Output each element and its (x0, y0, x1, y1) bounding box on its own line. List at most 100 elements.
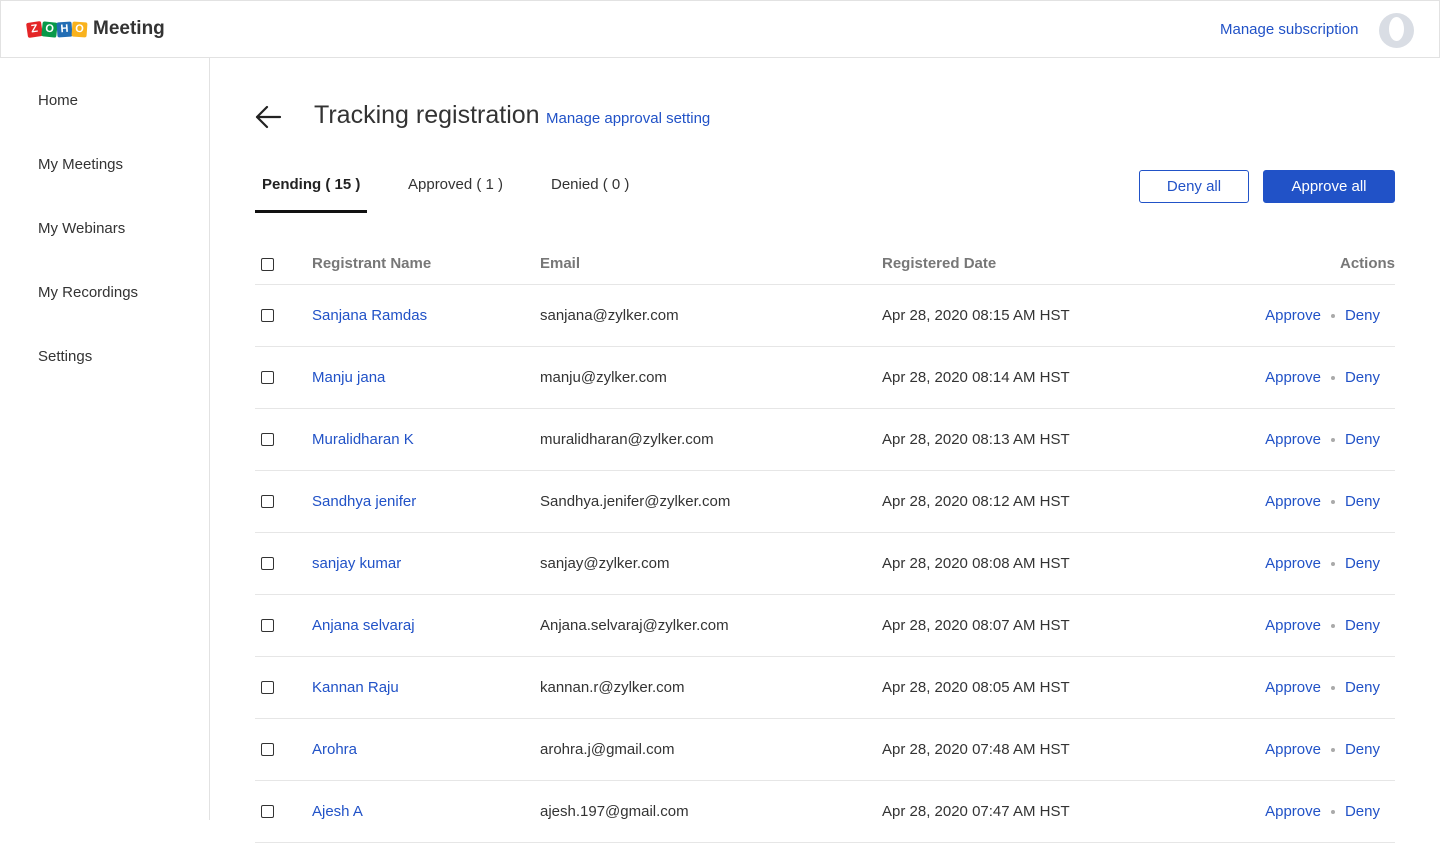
registered-date: Apr 28, 2020 08:08 AM HST (882, 555, 1070, 572)
approve-all-button[interactable]: Approve all (1263, 170, 1395, 203)
logo-letter: O (41, 20, 58, 38)
registered-date: Apr 28, 2020 08:12 AM HST (882, 493, 1070, 510)
approve-link[interactable]: Approve (1265, 307, 1321, 324)
registrant-email: muralidharan@zylker.com (540, 431, 714, 448)
row-checkbox[interactable] (261, 557, 274, 570)
table-header: Registrant Name Email Registered Date Ac… (255, 242, 1395, 285)
registered-date: Apr 28, 2020 08:14 AM HST (882, 369, 1070, 386)
table-row: Ajesh A ajesh.197@gmail.com Apr 28, 2020… (255, 781, 1395, 843)
approve-link[interactable]: Approve (1265, 679, 1321, 696)
registrant-name-link[interactable]: Sandhya jenifer (312, 493, 416, 510)
row-actions: Approve Deny (1265, 803, 1380, 820)
deny-all-button[interactable]: Deny all (1139, 170, 1249, 203)
separator-dot-icon (1330, 624, 1335, 629)
row-checkbox[interactable] (261, 681, 274, 694)
select-all-checkbox[interactable] (261, 258, 274, 271)
approve-link[interactable]: Approve (1265, 803, 1321, 820)
tab-pending[interactable]: Pending ( 15 ) (262, 176, 360, 193)
table-row: Muralidharan K muralidharan@zylker.com A… (255, 409, 1395, 471)
tab-denied[interactable]: Denied ( 0 ) (551, 176, 629, 193)
deny-link[interactable]: Deny (1345, 431, 1380, 448)
registered-date: Apr 28, 2020 08:15 AM HST (882, 307, 1070, 324)
deny-link[interactable]: Deny (1345, 679, 1380, 696)
table-row: Sanjana Ramdas sanjana@zylker.com Apr 28… (255, 285, 1395, 347)
registrant-email: sanjana@zylker.com (540, 307, 679, 324)
approve-link[interactable]: Approve (1265, 741, 1321, 758)
separator-dot-icon (1330, 376, 1335, 381)
row-actions: Approve Deny (1265, 431, 1380, 448)
sidebar-item-my-recordings[interactable]: My Recordings (38, 284, 138, 301)
separator-dot-icon (1330, 748, 1335, 753)
deny-link[interactable]: Deny (1345, 617, 1380, 634)
row-actions: Approve Deny (1265, 307, 1380, 324)
column-header-actions: Actions (1339, 255, 1395, 272)
registrants-table: Registrant Name Email Registered Date Ac… (255, 242, 1395, 843)
row-checkbox[interactable] (261, 743, 274, 756)
registrant-email: manju@zylker.com (540, 369, 667, 386)
sidebar-item-my-webinars[interactable]: My Webinars (38, 220, 125, 237)
user-avatar-icon[interactable] (1379, 13, 1414, 48)
sidebar-item-home[interactable]: Home (38, 92, 78, 109)
manage-approval-setting-link[interactable]: Manage approval setting (546, 110, 710, 127)
registrant-name-link[interactable]: sanjay kumar (312, 555, 401, 572)
approve-link[interactable]: Approve (1265, 617, 1321, 634)
approve-link[interactable]: Approve (1265, 555, 1321, 572)
registrant-name-link[interactable]: Sanjana Ramdas (312, 307, 427, 324)
row-checkbox[interactable] (261, 309, 274, 322)
back-arrow-icon[interactable] (254, 104, 282, 130)
separator-dot-icon (1330, 500, 1335, 505)
registrant-email: Sandhya.jenifer@zylker.com (540, 493, 731, 510)
registered-date: Apr 28, 2020 08:07 AM HST (882, 617, 1070, 634)
row-actions: Approve Deny (1265, 679, 1380, 696)
registrant-name-link[interactable]: Muralidharan K (312, 431, 414, 448)
table-row: Sandhya jenifer Sandhya.jenifer@zylker.c… (255, 471, 1395, 533)
registrant-name-link[interactable]: Anjana selvaraj (312, 617, 415, 634)
deny-link[interactable]: Deny (1345, 307, 1380, 324)
top-bar: Z O H O Meeting Manage subscription (0, 0, 1440, 58)
row-actions: Approve Deny (1265, 493, 1380, 510)
registrant-email: arohra.j@gmail.com (540, 741, 675, 758)
table-row: sanjay kumar sanjay@zylker.com Apr 28, 2… (255, 533, 1395, 595)
registered-date: Apr 28, 2020 08:05 AM HST (882, 679, 1070, 696)
registrant-email: ajesh.197@gmail.com (540, 803, 689, 820)
row-checkbox[interactable] (261, 371, 274, 384)
zoho-logo-icon: Z O H O (26, 20, 88, 38)
row-actions: Approve Deny (1265, 741, 1380, 758)
column-header-date: Registered Date (882, 255, 997, 272)
approve-link[interactable]: Approve (1265, 493, 1321, 510)
logo-letter: H (56, 20, 73, 38)
registrant-name-link[interactable]: Kannan Raju (312, 679, 399, 696)
deny-link[interactable]: Deny (1345, 369, 1380, 386)
registrant-email: kannan.r@zylker.com (540, 679, 685, 696)
sidebar-item-settings[interactable]: Settings (38, 348, 92, 365)
separator-dot-icon (1330, 314, 1335, 319)
manage-subscription-link[interactable]: Manage subscription (1220, 21, 1358, 38)
table-row: Anjana selvaraj Anjana.selvaraj@zylker.c… (255, 595, 1395, 657)
app-name: Meeting (93, 18, 165, 39)
separator-dot-icon (1330, 562, 1335, 567)
registrant-name-link[interactable]: Arohra (312, 741, 357, 758)
row-checkbox[interactable] (261, 495, 274, 508)
row-checkbox[interactable] (261, 433, 274, 446)
approve-link[interactable]: Approve (1265, 369, 1321, 386)
deny-link[interactable]: Deny (1345, 741, 1380, 758)
row-checkbox[interactable] (261, 805, 274, 818)
separator-dot-icon (1330, 438, 1335, 443)
tab-approved[interactable]: Approved ( 1 ) (408, 176, 503, 193)
logo-letter: O (71, 20, 88, 38)
deny-link[interactable]: Deny (1345, 555, 1380, 572)
table-row: Manju jana manju@zylker.com Apr 28, 2020… (255, 347, 1395, 409)
deny-link[interactable]: Deny (1345, 493, 1380, 510)
sidebar: Home My Meetings My Webinars My Recordin… (0, 58, 210, 820)
sidebar-item-my-meetings[interactable]: My Meetings (38, 156, 123, 173)
zoho-meeting-logo[interactable]: Z O H O Meeting (26, 18, 165, 40)
column-header-name: Registrant Name (312, 255, 432, 272)
approve-link[interactable]: Approve (1265, 431, 1321, 448)
registrant-name-link[interactable]: Manju jana (312, 369, 385, 386)
row-checkbox[interactable] (261, 619, 274, 632)
registrant-name-link[interactable]: Ajesh A (312, 803, 363, 820)
registered-date: Apr 28, 2020 08:13 AM HST (882, 431, 1070, 448)
row-actions: Approve Deny (1265, 369, 1380, 386)
row-actions: Approve Deny (1265, 555, 1380, 572)
deny-link[interactable]: Deny (1345, 803, 1380, 820)
